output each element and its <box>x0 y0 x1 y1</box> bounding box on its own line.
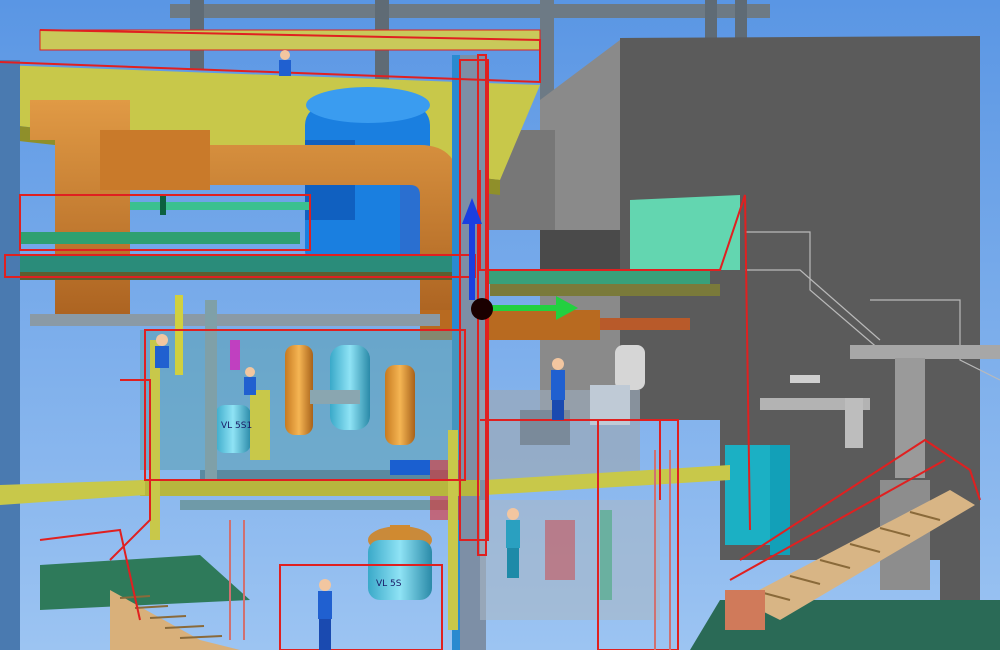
vessel-vl5s: VL 5S <box>368 525 432 600</box>
worker-figure <box>155 334 169 368</box>
left-column <box>0 60 20 650</box>
vessel-tag-vl5s1: VL 5S1 <box>221 421 252 431</box>
worker-figure <box>279 50 291 76</box>
vessel-tag-vl5s: VL 5S <box>376 579 402 589</box>
gizmo-origin-handle[interactable] <box>471 298 493 320</box>
3d-viewport[interactable]: VL 5S VL 5S1 <box>0 0 1000 650</box>
worker-figure <box>244 367 256 395</box>
worker-figure <box>551 358 565 420</box>
plant-3d-scene[interactable]: VL 5S VL 5S1 <box>0 0 1000 650</box>
